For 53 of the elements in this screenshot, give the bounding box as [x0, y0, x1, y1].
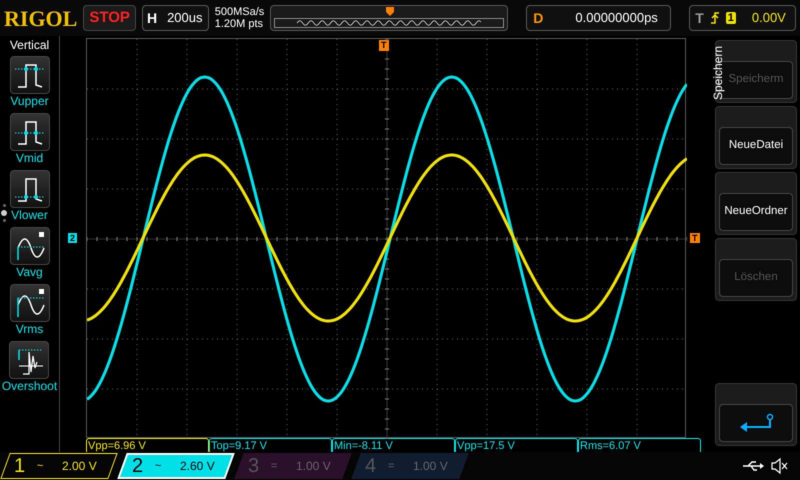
- measurement-label: Vlower: [11, 208, 48, 223]
- channel-number: 2: [132, 455, 144, 477]
- channel-scale: 2.00 V: [62, 458, 96, 475]
- trigger-panel[interactable]: T 1 0.00V: [689, 5, 796, 31]
- channel-scale: 1.00 V: [296, 458, 330, 475]
- menu-button[interactable]: NeueOrdner: [719, 193, 793, 231]
- trigger-level: 0.00V: [752, 9, 786, 28]
- return-arrow-icon: [738, 413, 774, 433]
- menu-button[interactable]: NeueDatei: [719, 127, 793, 165]
- channel-number: 4: [365, 455, 376, 477]
- memory-depth: 1.20M pts: [214, 18, 264, 30]
- coupling-symbol: ~: [155, 458, 162, 474]
- back-button[interactable]: [719, 404, 793, 442]
- delay-panel[interactable]: D 0.00000000ps: [526, 5, 672, 31]
- trigger-position-icon: [386, 7, 394, 16]
- timebase-panel[interactable]: H 200us: [142, 5, 209, 31]
- delay-value: 0.00000000ps: [575, 9, 658, 28]
- trigger-label: T: [694, 8, 704, 28]
- sample-rate: 500MSa/s: [214, 6, 264, 18]
- delay-label: D: [532, 8, 544, 28]
- rising-edge-icon: [710, 11, 720, 25]
- channel-scale: 1.00 V: [412, 458, 448, 475]
- page-indicator-icon: [1, 204, 7, 222]
- trigger-level-marker[interactable]: T: [690, 233, 700, 243]
- measurement-icon-button[interactable]: [9, 341, 50, 379]
- measurement-icon-button[interactable]: [10, 113, 50, 151]
- run-state-indicator[interactable]: STOP: [83, 5, 136, 31]
- trigger-source-badge: 1: [726, 12, 736, 24]
- measurement-icon-button[interactable]: [10, 284, 50, 322]
- timebase-label: H: [146, 8, 158, 28]
- speaker-muted-icon: [770, 457, 788, 475]
- measurement-icon-button[interactable]: [10, 227, 50, 265]
- measurement-label: Overshoot: [2, 379, 58, 394]
- usb-icon: [742, 460, 764, 472]
- channel-offset-marker[interactable]: 2: [68, 233, 78, 243]
- measurement-label: Vrms: [16, 322, 44, 337]
- coupling-symbol: =: [388, 458, 395, 474]
- trigger-position-marker[interactable]: T: [379, 40, 388, 51]
- channel-tab[interactable]: 2 ~ 2.60 V: [117, 453, 235, 479]
- channel-number: 1: [14, 455, 26, 477]
- measurement-icon-button[interactable]: [10, 56, 50, 94]
- channel-number: 3: [248, 455, 260, 477]
- measurement-label: Vavg: [16, 265, 43, 280]
- channel-scale: 2.60 V: [180, 458, 214, 475]
- coupling-symbol: ~: [37, 458, 44, 474]
- brand-logo: RIGOL: [4, 4, 78, 32]
- timebase-value: 200us: [167, 9, 202, 28]
- measurement-icon-button[interactable]: [10, 170, 50, 208]
- menu-title: Vertical: [10, 38, 50, 52]
- measurement-label: Vupper: [10, 94, 49, 109]
- channel-tab[interactable]: 1 ~ 2.00 V: [0, 453, 118, 479]
- coupling-symbol: =: [271, 458, 278, 474]
- measurement-label: Vmid: [16, 151, 44, 166]
